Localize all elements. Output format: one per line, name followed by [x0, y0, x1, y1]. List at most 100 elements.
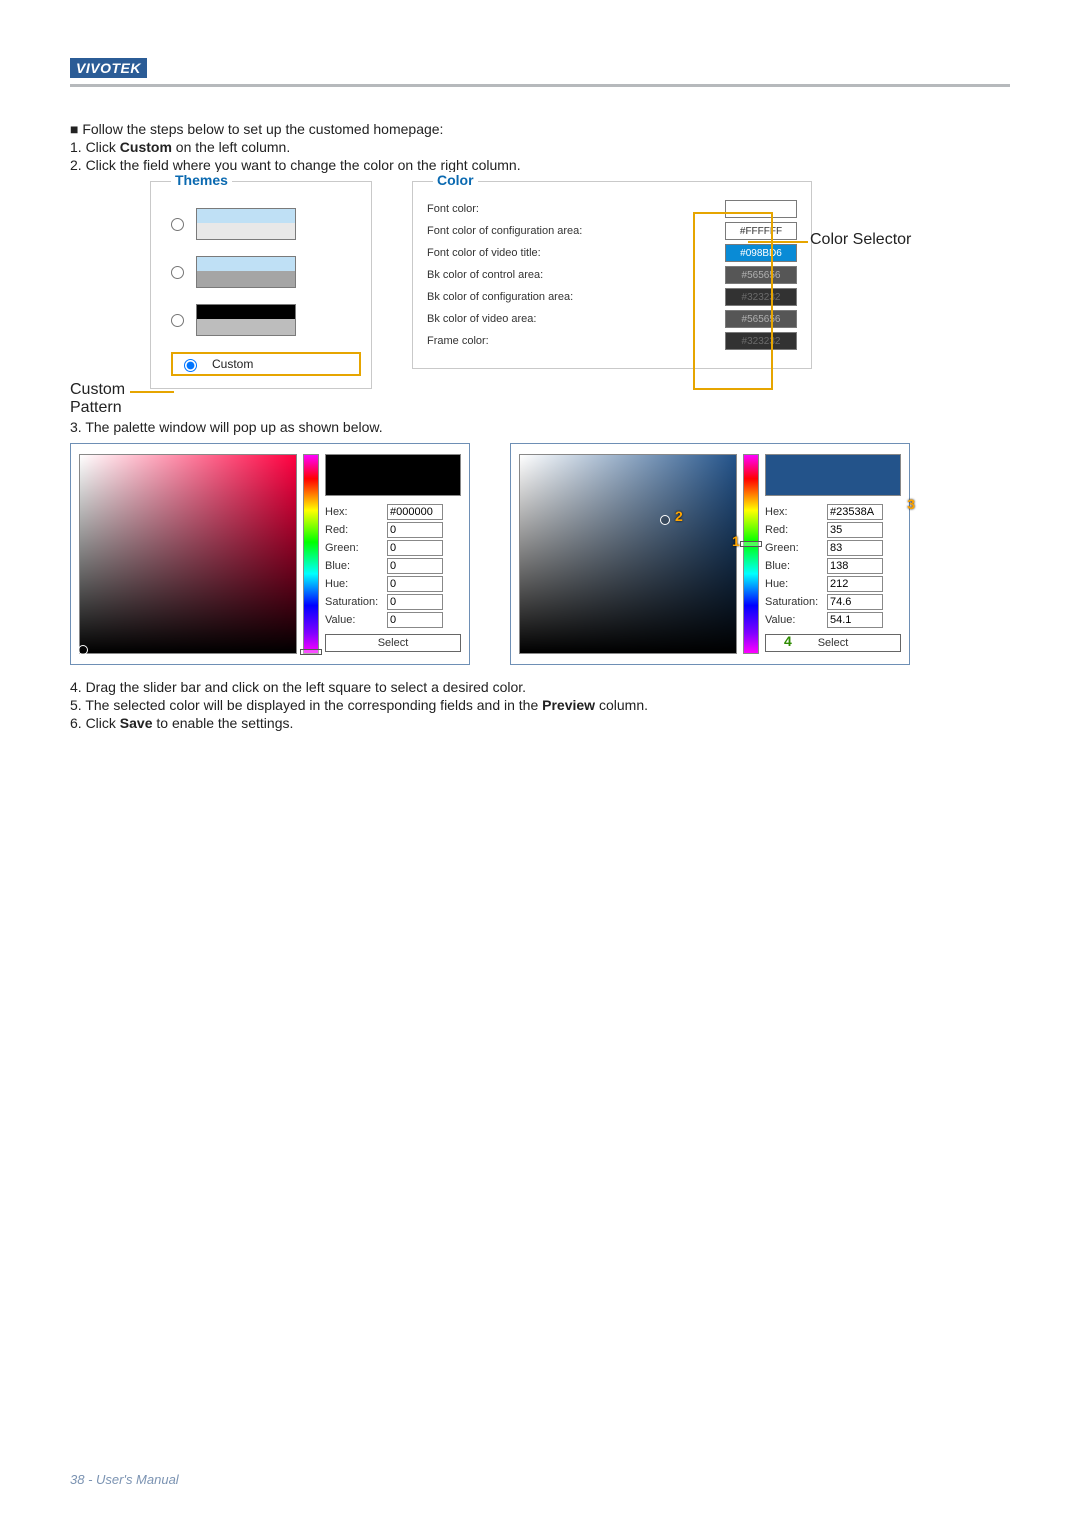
hue-slider-1[interactable]	[303, 454, 319, 654]
step5-prefix: 5. The selected color will be displayed …	[70, 697, 542, 713]
inp-red-1[interactable]	[387, 522, 443, 538]
swatch-video-title[interactable]: #098BD6	[725, 244, 797, 262]
theme-option-3[interactable]	[171, 304, 361, 336]
step-5-text: 5. The selected color will be displayed …	[70, 697, 1010, 713]
inp-sat-2[interactable]	[827, 594, 883, 610]
palette-preview-2	[765, 454, 901, 496]
select-button-1[interactable]: Select	[325, 634, 461, 652]
palette-window-2: 2 1 Hex: Red: Green: Blue: Hue: Saturati…	[510, 443, 910, 665]
color-row-bk-control: Bk color of control area: #565656	[427, 266, 797, 284]
palette-preview-1	[325, 454, 461, 496]
theme-radio-1[interactable]	[171, 218, 184, 231]
step6-suffix: to enable the settings.	[153, 715, 294, 731]
step-4-text: 4. Drag the slider bar and click on the …	[70, 679, 1010, 695]
inp-green-2[interactable]	[827, 540, 883, 556]
label-video-title: Font color of video title:	[427, 247, 725, 259]
sv-cursor-1[interactable]	[78, 645, 88, 655]
hue-cursor-1[interactable]	[300, 649, 322, 655]
callout-line-color-selector	[748, 241, 808, 243]
custom-pattern-l1: Custom	[70, 381, 125, 398]
themes-legend: Themes	[171, 172, 232, 188]
hue-slider-2[interactable]: 1	[743, 454, 759, 654]
lbl-sat-2: Saturation:	[765, 596, 823, 608]
brand-logo: VIVOTEK	[70, 58, 147, 78]
palette-window-1: Hex: Red: Green: Blue: Hue: Saturation: …	[70, 443, 470, 665]
theme-radio-3[interactable]	[171, 314, 184, 327]
step-1-text: 1. Click Custom on the left column.	[70, 139, 1010, 155]
annotation-1: 1	[732, 533, 740, 549]
swatch-frame[interactable]: #323232	[725, 332, 797, 350]
sv-picker-2[interactable]: 2	[519, 454, 737, 654]
step5-suffix: column.	[595, 697, 648, 713]
select-button-2[interactable]: 4 Select	[765, 634, 901, 652]
page-footer: 38 - User's Manual	[70, 1472, 179, 1487]
inp-hue-1[interactable]	[387, 576, 443, 592]
theme-option-2[interactable]	[171, 256, 361, 288]
step-3-text: 3. The palette window will pop up as sho…	[70, 419, 1010, 435]
step1-bold: Custom	[120, 139, 172, 155]
inp-hex-2[interactable]	[827, 504, 883, 520]
lbl-green-1: Green:	[325, 542, 383, 554]
lbl-val-1: Value:	[325, 614, 383, 626]
label-font-color: Font color:	[427, 203, 725, 215]
figure-themes-color: Custom Pattern Themes Custom	[70, 181, 1010, 389]
lbl-green-2: Green:	[765, 542, 823, 554]
label-bk-video: Bk color of video area:	[427, 313, 725, 325]
annotation-2: 2	[675, 508, 683, 524]
step1-suffix: on the left column.	[172, 139, 290, 155]
inp-blue-2[interactable]	[827, 558, 883, 574]
color-row-bk-config: Bk color of configuration area: #323232	[427, 288, 797, 306]
step1-prefix: 1. Click	[70, 139, 120, 155]
theme-option-custom[interactable]: Custom	[171, 352, 361, 376]
step6-bold: Save	[120, 715, 153, 731]
theme-custom-label: Custom	[212, 357, 253, 371]
figure-palette-windows: Hex: Red: Green: Blue: Hue: Saturation: …	[70, 443, 1010, 665]
step6-prefix: 6. Click	[70, 715, 120, 731]
custom-pattern-label: Custom Pattern	[70, 381, 125, 417]
swatch-bk-video[interactable]: #565656	[725, 310, 797, 328]
color-row-config-font: Font color of configuration area: #FFFFF…	[427, 222, 797, 240]
swatch-font-color[interactable]	[725, 200, 797, 218]
hue-cursor-2[interactable]	[740, 541, 762, 547]
intro-text: ■ Follow the steps below to set up the c…	[70, 121, 1010, 137]
color-row-font: Font color:	[427, 200, 797, 218]
lbl-red-1: Red:	[325, 524, 383, 536]
lbl-sat-1: Saturation:	[325, 596, 383, 608]
annotation-4: 4	[784, 633, 792, 649]
step5-bold: Preview	[542, 697, 595, 713]
inp-blue-1[interactable]	[387, 558, 443, 574]
color-row-frame: Frame color: #323232	[427, 332, 797, 350]
inp-sat-1[interactable]	[387, 594, 443, 610]
sv-picker-1[interactable]	[79, 454, 297, 654]
inp-val-2[interactable]	[827, 612, 883, 628]
label-config-font: Font color of configuration area:	[427, 225, 725, 237]
theme-preview-1	[196, 208, 296, 240]
custom-pattern-l2: Pattern	[70, 399, 122, 416]
swatch-bk-control[interactable]: #565656	[725, 266, 797, 284]
lbl-blue-2: Blue:	[765, 560, 823, 572]
inp-val-1[interactable]	[387, 612, 443, 628]
theme-option-1[interactable]	[171, 208, 361, 240]
swatch-bk-config[interactable]: #323232	[725, 288, 797, 306]
select-button-2-label: Select	[818, 637, 849, 649]
color-legend: Color	[433, 172, 478, 188]
inp-hex-1[interactable]	[387, 504, 443, 520]
theme-radio-custom[interactable]	[184, 359, 197, 372]
annotation-3: 3	[907, 496, 915, 512]
color-fieldset: Color Font color: Font color of configur…	[412, 181, 812, 369]
sv-cursor-2[interactable]	[660, 515, 670, 525]
step-2-text: 2. Click the field where you want to cha…	[70, 157, 1010, 173]
inp-hue-2[interactable]	[827, 576, 883, 592]
inp-green-1[interactable]	[387, 540, 443, 556]
themes-fieldset: Themes Custom	[150, 181, 372, 389]
color-row-video-title: Font color of video title: #098BD6	[427, 244, 797, 262]
lbl-val-2: Value:	[765, 614, 823, 626]
lbl-hex-1: Hex:	[325, 506, 383, 518]
swatch-config-font[interactable]: #FFFFFF	[725, 222, 797, 240]
palette-fields-2: Hex: Red: Green: Blue: Hue: Saturation: …	[765, 454, 901, 654]
theme-radio-2[interactable]	[171, 266, 184, 279]
label-bk-control: Bk color of control area:	[427, 269, 725, 281]
inp-red-2[interactable]	[827, 522, 883, 538]
lbl-hue-1: Hue:	[325, 578, 383, 590]
theme-preview-3	[196, 304, 296, 336]
